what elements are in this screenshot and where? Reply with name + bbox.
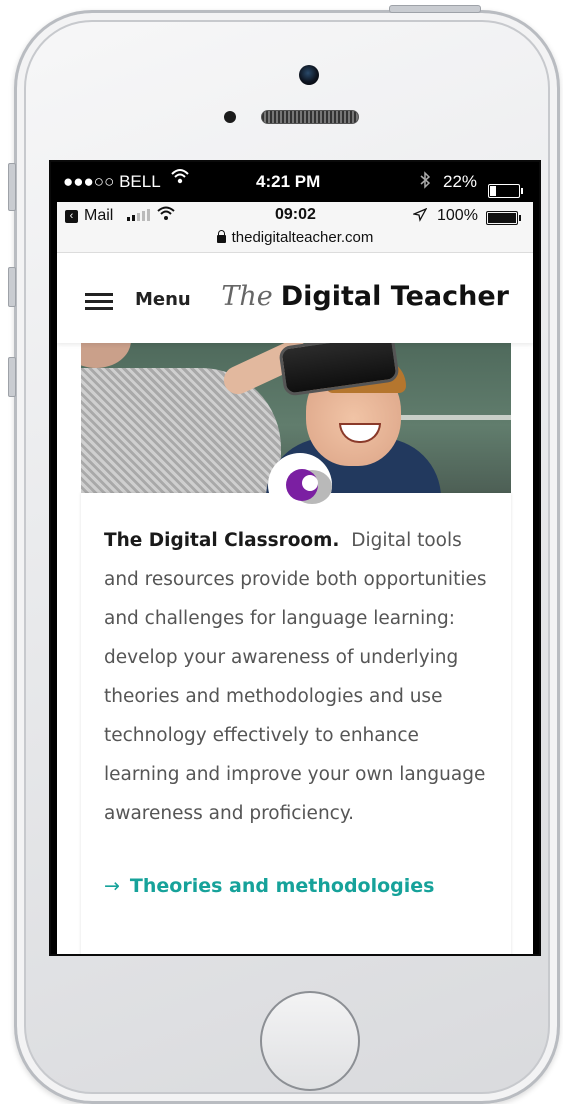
- brand-the: The: [221, 281, 273, 312]
- article-text: The Digital Classroom. Digital tools and…: [104, 521, 494, 833]
- theories-methodologies-link[interactable]: → Theories and methodologies: [104, 875, 434, 897]
- brand-name: Digital Teacher: [280, 281, 509, 312]
- bluetooth-icon: [419, 171, 431, 194]
- site-logo[interactable]: The Digital Teacher: [221, 281, 509, 312]
- site-header: Menu The Digital Teacher: [57, 253, 533, 343]
- page-content: The Digital Classroom. Digital tools and…: [57, 343, 533, 954]
- url-text[interactable]: thedigitalteacher.com: [232, 229, 374, 246]
- proximity-sensor-icon: [224, 111, 236, 123]
- home-button[interactable]: [260, 991, 360, 1091]
- status-bar-outer: ●●●○○ BELL 4:21 PM 22%: [51, 162, 539, 202]
- location-arrow-icon: [411, 207, 428, 227]
- article-body: Digital tools and resources provide both…: [104, 530, 487, 824]
- status-bar-inner: ‹ Mail 09:02 100% thedigitalteacher.com: [57, 202, 533, 253]
- hamburger-menu-icon[interactable]: [85, 293, 113, 311]
- inner-status-time: 09:02: [275, 206, 316, 223]
- front-camera-icon: [299, 65, 319, 85]
- section-logo-icon: [268, 453, 332, 517]
- mute-switch[interactable]: [8, 163, 16, 211]
- back-app-label[interactable]: Mail: [84, 207, 113, 225]
- lock-icon: [216, 230, 226, 243]
- article-card: The Digital Classroom. Digital tools and…: [81, 493, 511, 954]
- address-bar[interactable]: thedigitalteacher.com: [57, 229, 533, 246]
- power-button[interactable]: [389, 5, 481, 13]
- signal-icon: [127, 209, 155, 228]
- link-label[interactable]: Theories and methodologies: [130, 875, 435, 897]
- earpiece-speaker-icon: [261, 110, 359, 124]
- browser-viewport: ‹ Mail 09:02 100% thedigitalteacher.com: [57, 202, 533, 954]
- menu-label[interactable]: Menu: [135, 289, 191, 310]
- status-time: 4:21 PM: [256, 172, 321, 191]
- phone-screen: ●●●○○ BELL 4:21 PM 22% ‹ Mail 09:02 100%…: [49, 160, 541, 956]
- wifi-icon: [157, 205, 175, 226]
- volume-up-button[interactable]: [8, 267, 16, 307]
- wifi-icon: [171, 166, 189, 191]
- carrier-label: ●●●○○ BELL: [63, 172, 161, 191]
- inner-battery-percent: 100%: [437, 207, 478, 224]
- arrow-right-icon: →: [104, 875, 120, 897]
- article-lead: The Digital Classroom.: [104, 530, 340, 551]
- inner-battery-icon: [482, 209, 521, 227]
- battery-percent: 22%: [443, 172, 478, 191]
- volume-down-button[interactable]: [8, 357, 16, 397]
- back-to-app-icon[interactable]: ‹: [65, 210, 78, 223]
